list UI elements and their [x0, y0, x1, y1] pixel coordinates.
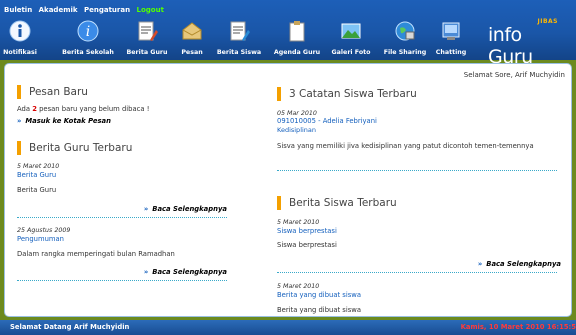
nav-label: Berita Guru — [126, 49, 168, 56]
inbox-link-label: Masuk ke Kotak Pesan — [25, 117, 111, 125]
notice-prefix: Ada — [17, 105, 31, 113]
nav-label: Berita Sekolah — [62, 49, 114, 56]
nav-label: Notifikasi — [3, 49, 37, 56]
item-category[interactable]: Pengumuman — [17, 235, 64, 243]
inbox-link[interactable]: » Masuk ke Kotak Pesan — [17, 117, 111, 125]
info-icon — [9, 20, 31, 42]
document-icon — [138, 21, 158, 41]
divider — [277, 170, 557, 171]
nav-galeri-foto[interactable]: Galeri Foto — [328, 20, 374, 60]
read-more-link[interactable]: » Baca Selengkapnya — [144, 205, 227, 213]
document-icon — [230, 21, 250, 41]
double-arrow-icon: » — [17, 117, 22, 125]
brand-logo: JIBAS info Guru — [488, 14, 568, 68]
double-arrow-icon: » — [143, 205, 149, 213]
read-more-link[interactable]: » Baca Selengkapnya — [478, 260, 561, 268]
item-date: 25 Agustus 2009 — [17, 227, 71, 234]
item-body: Dalam rangka memperingati bulan Ramadhan — [17, 250, 175, 258]
read-more-link[interactable]: » Baca Selengkapnya — [144, 268, 227, 276]
nav-chatting[interactable]: Chatting — [434, 20, 468, 60]
double-arrow-icon: » — [477, 260, 483, 268]
section-title-berita-guru: Berita Guru Terbaru — [17, 141, 132, 155]
chat-icon — [442, 22, 460, 40]
read-more-label: Baca Selengkapnya — [486, 260, 561, 268]
read-more-label: Baca Selengkapnya — [152, 268, 227, 276]
nav-berita-guru[interactable]: Berita Guru — [124, 20, 170, 60]
note-student[interactable]: 091010005 - Adelia Febriyani — [277, 117, 377, 125]
nav-label: File Sharing — [383, 49, 427, 56]
nav-label: Galeri Foto — [331, 49, 371, 56]
notice-suffix: pesan baru yang belum dibaca ! — [39, 105, 150, 113]
nav-label: Pesan — [181, 49, 203, 56]
nav-label: Agenda Guru — [273, 49, 321, 56]
nav-agenda-guru[interactable]: Agenda Guru — [272, 20, 322, 60]
globe-icon — [395, 21, 415, 41]
nav-file-sharing[interactable]: File Sharing — [380, 20, 430, 60]
nav-label: Berita Siswa — [216, 49, 262, 56]
nav-label: Chatting — [435, 49, 467, 56]
menu-buletin[interactable]: Buletin — [4, 6, 32, 14]
content-panel: Selamat Sore, Arif Muchyidin Pesan Baru … — [4, 63, 572, 317]
item-date: 5 Maret 2010 — [277, 219, 320, 226]
item-category[interactable]: Berita yang dibuat siswa — [277, 291, 361, 299]
item-category[interactable]: Berita Guru — [17, 171, 56, 179]
section-title-berita-siswa: Berita Siswa Terbaru — [277, 196, 397, 210]
svg-text:i: i — [86, 24, 90, 40]
nav-berita-siswa[interactable]: Berita Siswa — [214, 20, 264, 60]
picture-icon — [341, 23, 361, 39]
status-bar: Selamat Datang Arif Muchyidin Kamis, 10 … — [0, 320, 576, 335]
note-category: Kedisiplinan — [277, 126, 317, 134]
pesan-baru-notice: Ada 2 pesan baru yang belum dibaca ! — [17, 105, 149, 113]
info-icon: i — [77, 20, 99, 42]
greeting-text: Selamat Sore, Arif Muchyidin — [463, 71, 565, 79]
read-more-label: Baca Selengkapnya — [152, 205, 227, 213]
new-message-count: 2 — [32, 105, 37, 113]
brand-name: info Guru — [488, 24, 533, 68]
double-arrow-icon: » — [143, 268, 149, 276]
menu-akademik[interactable]: Akademik — [39, 6, 78, 14]
divider — [277, 272, 557, 273]
item-category[interactable]: Siswa berprestasi — [277, 227, 337, 235]
main-nav: Notifikasi i Berita Sekolah Berita Guru — [0, 20, 490, 60]
item-body: Berita Guru — [17, 186, 57, 194]
item-body: Berita yang dibuat siswa — [277, 306, 361, 314]
nav-berita-sekolah[interactable]: i Berita Sekolah — [60, 20, 116, 60]
nav-notifikasi[interactable]: Notifikasi — [2, 20, 38, 60]
top-menu: Buletin Akademik Pengaturan Logout — [4, 6, 168, 14]
section-title-pesan-baru: Pesan Baru — [17, 85, 88, 99]
section-title-catatan-siswa: 3 Catatan Siswa Terbaru — [277, 87, 417, 101]
welcome-text: Selamat Datang Arif Muchyidin — [10, 323, 130, 331]
item-date: 5 Maret 2010 — [17, 163, 60, 170]
menu-pengaturan[interactable]: Pengaturan — [84, 6, 130, 14]
note-date: 05 Mar 2010 — [277, 110, 317, 117]
divider — [17, 280, 227, 281]
datetime-text: Kamis, 10 Maret 2010 16:15:5 — [460, 323, 576, 331]
note-body: Sisva yang memiliki jiva kedisiplinan ya… — [277, 142, 534, 150]
item-body: Siswa berprestasi — [277, 241, 337, 249]
header: Buletin Akademik Pengaturan Logout Notif… — [0, 0, 576, 68]
item-date: 5 Maret 2010 — [277, 283, 320, 290]
nav-pesan[interactable]: Pesan — [176, 20, 208, 60]
divider — [17, 217, 227, 218]
logout-link[interactable]: Logout — [137, 6, 164, 14]
envelope-icon — [182, 22, 202, 40]
clipboard-icon — [289, 21, 305, 42]
